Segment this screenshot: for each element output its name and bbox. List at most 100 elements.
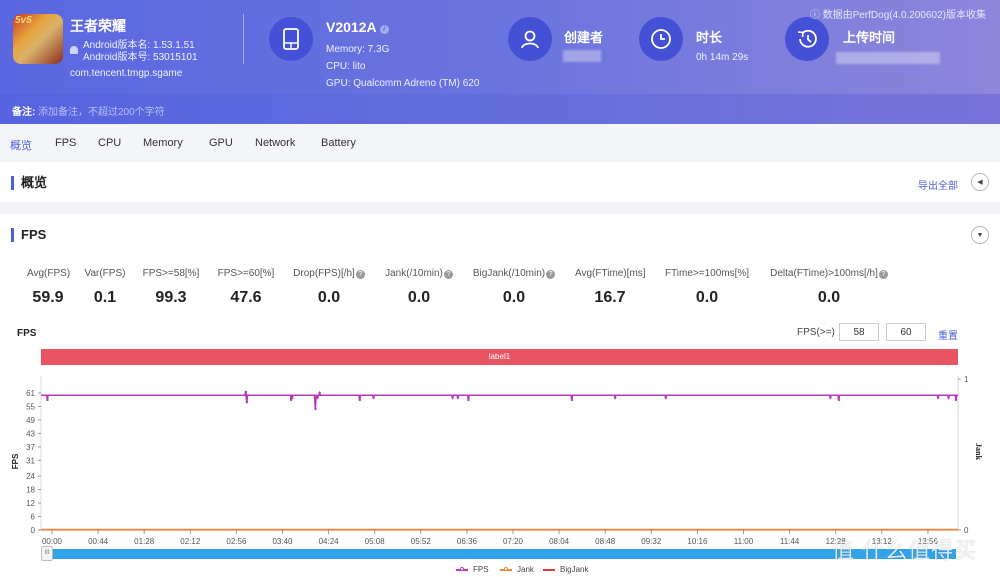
metric-label: FPS>=60[%] xyxy=(217,268,275,279)
fps-data-point xyxy=(290,398,293,401)
app-version-name: Android版本名: 1.53.1.51 xyxy=(83,40,195,51)
tab-cpu[interactable]: CPU xyxy=(98,137,121,149)
fps-threshold-1-input[interactable] xyxy=(839,323,879,341)
fps-section-title: FPS xyxy=(11,228,46,242)
note-bar[interactable]: 备注: 添加备注，不超过200个字符 xyxy=(0,94,1000,124)
app-icon: 5v5 xyxy=(13,14,63,64)
y-tick-label: 0 xyxy=(31,526,36,535)
y-tick-label: 24 xyxy=(26,472,35,481)
fps-data-point xyxy=(570,398,573,401)
metric-label-text: Delta(FTime)>100ms[/h] xyxy=(770,268,878,279)
upload-time-redacted xyxy=(836,52,940,64)
info-circle-icon: ⓘ xyxy=(809,10,823,21)
help-icon[interactable]: ? xyxy=(546,270,556,279)
tab-overview[interactable]: 概览 xyxy=(10,137,32,153)
fps-data-point xyxy=(947,396,950,399)
app-version: Android版本名: 1.53.1.51 Android版本号: 530151… xyxy=(83,40,198,64)
x-tick-label: 01:28 xyxy=(134,537,155,546)
x-tick-label: 11:44 xyxy=(780,537,800,546)
reset-link[interactable]: 重置 xyxy=(938,327,958,342)
app-name: 王者荣耀 xyxy=(70,18,126,34)
legend-bigjank-swatch xyxy=(543,568,555,571)
metric-value: 99.3 xyxy=(155,289,187,306)
x-tick-label: 02:12 xyxy=(180,537,201,546)
collapse-down-icon[interactable]: ▼ xyxy=(971,226,989,244)
duration-value: 0h 14m 29s xyxy=(696,52,749,63)
fps-data-point xyxy=(936,396,940,399)
source-note-text: 数据由PerfDog(4.0.200602)版本收集 xyxy=(822,10,986,21)
export-all-link[interactable]: 导出全部 xyxy=(918,177,958,192)
collapse-left-icon[interactable]: ◀ xyxy=(971,173,989,191)
device-memory: Memory: 7.3G xyxy=(326,44,390,55)
metric-avg-ftime: Avg(FTime)[ms] 16.7 xyxy=(575,268,646,307)
y-axis-label: FPS xyxy=(11,453,20,469)
tab-battery[interactable]: Battery xyxy=(321,137,356,149)
legend-fps[interactable]: FPS xyxy=(456,565,489,574)
tab-network[interactable]: Network xyxy=(255,137,295,149)
metric-value: 0.0 xyxy=(407,289,431,306)
legend-jank[interactable]: Jank xyxy=(500,565,534,574)
metric-fps-ge-60: FPS>=60[%] 47.6 xyxy=(217,268,275,307)
note-label: 备注: xyxy=(12,107,36,118)
y2-tick-label: 1 xyxy=(964,375,969,384)
fps-data-point xyxy=(245,400,248,404)
tab-memory[interactable]: Memory xyxy=(143,137,183,149)
fps-series-line xyxy=(41,390,958,409)
metric-value: 47.6 xyxy=(230,289,262,306)
time-range-scrollbar[interactable] xyxy=(44,549,956,559)
y-tick-label: 6 xyxy=(31,513,36,522)
tab-fps[interactable]: FPS xyxy=(55,137,76,149)
metric-value: 0.0 xyxy=(695,289,719,306)
fps-data-point xyxy=(456,396,460,399)
metric-label-text: Jank(/10min) xyxy=(385,268,443,279)
metric-drop-fps: Drop(FPS)[/h]? 0.0 xyxy=(292,268,366,307)
metric-value: 0.0 xyxy=(317,289,341,306)
x-tick-label: 09:32 xyxy=(641,537,662,546)
fps-data-point xyxy=(451,396,454,399)
user-icon xyxy=(508,17,552,61)
metric-label: Jank(/10min)? xyxy=(383,268,455,279)
legend-jank-swatch xyxy=(500,566,512,571)
metric-label: Avg(FTime)[ms] xyxy=(575,268,646,279)
help-icon[interactable]: ? xyxy=(355,270,365,279)
x-tick-label: 07:20 xyxy=(503,537,524,546)
y-tick-label: 18 xyxy=(26,486,35,495)
y-tick-label: 31 xyxy=(26,456,35,465)
tab-gpu[interactable]: GPU xyxy=(209,137,233,149)
fps-data-point xyxy=(837,398,840,401)
x-tick-label: 05:52 xyxy=(411,537,432,546)
watermark: 值 什么值得买 xyxy=(832,538,978,563)
label-bar[interactable]: label1 xyxy=(41,349,958,365)
x-tick-label: 08:04 xyxy=(549,537,570,546)
info-icon[interactable]: i xyxy=(379,25,389,34)
chart-title: FPS xyxy=(17,328,37,339)
legend-jank-label: Jank xyxy=(517,565,534,574)
fps-data-point xyxy=(372,396,375,399)
help-icon[interactable]: ? xyxy=(878,270,888,279)
legend-bigjank[interactable]: BigJank xyxy=(543,565,588,574)
x-tick-label: 02:56 xyxy=(226,537,247,546)
y-tick-label: 37 xyxy=(26,443,35,452)
note-input[interactable]: 添加备注，不超过200个字符 xyxy=(38,103,165,118)
metric-value: 0.0 xyxy=(817,289,841,306)
metric-label: Var(FPS) xyxy=(84,268,126,279)
metric-label: FPS>=58[%] xyxy=(142,268,200,279)
fps-data-point xyxy=(244,390,247,394)
clock-icon xyxy=(639,17,683,61)
app-version-code: Android版本号: 53015101 xyxy=(83,52,198,63)
duration-label: 时长 xyxy=(696,30,723,45)
device-model: V2012A i xyxy=(326,19,389,35)
metric-jank: Jank(/10min)? 0.0 xyxy=(383,268,455,307)
help-icon[interactable]: ? xyxy=(443,270,453,279)
y-tick-label: 43 xyxy=(26,429,35,438)
fps-data-point xyxy=(664,396,667,399)
upload-time-label: 上传时间 xyxy=(843,30,896,45)
x-tick-label: 06:36 xyxy=(457,537,478,546)
metric-label: Delta(FTime)>100ms[/h]? xyxy=(768,268,890,279)
fps-threshold-2-input[interactable] xyxy=(886,323,926,341)
metric-label-text: Drop(FPS)[/h] xyxy=(293,268,355,279)
legend-bigjank-label: BigJank xyxy=(560,565,589,574)
y-tick-label: 61 xyxy=(26,389,35,398)
fps-chart[interactable]: 0612182431374349556101FPSJank00:00 00:44 0… xyxy=(0,368,1000,548)
scrollbar-handle[interactable]: III xyxy=(41,546,53,561)
